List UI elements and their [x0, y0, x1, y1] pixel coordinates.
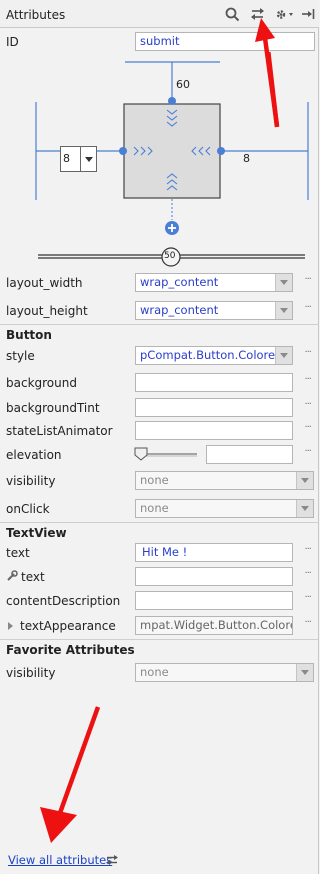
more-icon[interactable]: ···	[304, 347, 311, 358]
style-dropdown[interactable]: pCompat.Button.Colored	[135, 346, 293, 365]
content-description-field[interactable]	[135, 591, 293, 610]
onclick-row: onClick none	[0, 497, 319, 521]
search-icon[interactable]	[223, 5, 241, 23]
more-icon[interactable]: ···	[304, 422, 311, 433]
layout-height-label: layout_height	[6, 304, 88, 318]
right-anchor	[217, 147, 225, 155]
onclick-label: onClick	[6, 502, 50, 516]
chevron-down-icon	[296, 664, 313, 681]
bottom-annotation-arrow-icon	[40, 706, 101, 843]
chevron-down-icon	[296, 500, 313, 517]
divider	[0, 522, 319, 523]
divider	[0, 639, 319, 640]
left-margin-value: 8	[63, 152, 70, 165]
more-icon[interactable]: ···	[304, 399, 311, 410]
more-icon[interactable]: ···	[304, 446, 311, 457]
left-anchor	[119, 147, 127, 155]
swap-view-icon[interactable]	[105, 854, 119, 869]
background-tint-label: backgroundTint	[6, 401, 100, 415]
more-icon[interactable]: ···	[304, 592, 311, 603]
layout-width-row: layout_width wrap_content ···	[0, 271, 319, 295]
text-appearance-dropdown[interactable]: mpat.Widget.Button.Colored	[135, 616, 293, 635]
favorite-visibility-value: none	[140, 665, 169, 679]
layout-width-value: wrap_content	[140, 275, 219, 289]
id-label: ID	[6, 35, 19, 49]
text-appearance-row: textAppearance mpat.Widget.Button.Colore…	[0, 614, 319, 638]
background-tint-row: backgroundTint ···	[0, 396, 319, 420]
chevron-down-icon	[275, 274, 292, 291]
style-row: style pCompat.Button.Colored ···	[0, 344, 319, 368]
more-icon[interactable]: ···	[304, 302, 311, 313]
text-appearance-label: textAppearance	[20, 619, 116, 633]
more-icon[interactable]: ···	[304, 617, 311, 628]
elevation-field[interactable]	[206, 445, 293, 464]
layout-width-label: layout_width	[6, 276, 83, 290]
top-anchor	[168, 97, 176, 105]
layout-width-dropdown[interactable]: wrap_content	[135, 273, 293, 292]
textview-section-title: TextView	[6, 526, 67, 540]
left-margin-dropdown[interactable]: 8	[60, 146, 97, 172]
more-icon[interactable]: ···	[304, 568, 311, 579]
panel-title: Attributes	[6, 8, 66, 22]
button-section-title: Button	[6, 328, 52, 342]
elevation-label: elevation	[6, 448, 62, 462]
tools-text-label: text	[21, 570, 45, 584]
background-label: background	[6, 376, 77, 390]
chevron-down-icon	[275, 302, 292, 319]
favorite-visibility-row: visibility none	[0, 661, 319, 685]
content-description-label: contentDescription	[6, 594, 121, 608]
layout-height-dropdown[interactable]: wrap_content	[135, 301, 293, 320]
content-description-row: contentDescription ···	[0, 589, 319, 613]
tools-text-field[interactable]	[135, 567, 293, 586]
chevron-down-icon	[296, 472, 313, 489]
onclick-dropdown[interactable]: none	[135, 499, 314, 518]
view-all-attributes-link[interactable]: View all attributes	[8, 853, 112, 867]
elevation-slider[interactable]	[133, 446, 201, 462]
more-icon[interactable]: ···	[304, 374, 311, 385]
tools-text-row: text ···	[0, 565, 319, 589]
wrench-icon	[6, 570, 18, 585]
style-value: pCompat.Button.Colored	[140, 348, 283, 362]
divider	[0, 324, 319, 325]
layout-height-value: wrap_content	[140, 303, 219, 317]
state-list-animator-row: stateListAnimator ···	[0, 419, 319, 443]
expand-triangle-icon[interactable]	[8, 622, 13, 630]
text-appearance-value: mpat.Widget.Button.Colored	[140, 618, 293, 632]
right-margin-value[interactable]: 8	[243, 152, 250, 165]
more-icon[interactable]: ···	[304, 274, 311, 285]
state-list-animator-field[interactable]	[135, 421, 293, 440]
text-field[interactable]: Hit Me !	[135, 543, 293, 562]
background-tint-field[interactable]	[135, 398, 293, 417]
attributes-panel: Attributes ID submit 60 8 50 8 layout_wi…	[0, 0, 319, 874]
text-row: text Hit Me ! ···	[0, 541, 319, 565]
onclick-value: none	[140, 501, 169, 515]
left-margin-arrow-icon	[80, 147, 96, 171]
state-list-animator-label: stateListAnimator	[6, 424, 113, 438]
background-field[interactable]	[135, 373, 293, 392]
style-label: style	[6, 349, 35, 363]
top-annotation-arrow-icon	[255, 18, 280, 127]
favorites-section-title: Favorite Attributes	[6, 643, 135, 657]
visibility-value: none	[140, 473, 169, 487]
bias-value[interactable]: 50	[164, 251, 175, 261]
favorite-visibility-label: visibility	[6, 666, 56, 680]
visibility-label: visibility	[6, 474, 56, 488]
elevation-row: elevation ···	[0, 443, 319, 467]
layout-height-row: layout_height wrap_content ···	[0, 299, 319, 323]
top-margin-value[interactable]: 60	[176, 78, 190, 91]
visibility-dropdown[interactable]: none	[135, 471, 314, 490]
visibility-row: visibility none	[0, 469, 319, 493]
background-row: background ···	[0, 371, 319, 395]
text-label: text	[6, 546, 30, 560]
favorite-visibility-dropdown[interactable]: none	[135, 663, 314, 682]
chevron-down-icon	[275, 347, 292, 364]
more-icon[interactable]: ···	[304, 544, 311, 555]
